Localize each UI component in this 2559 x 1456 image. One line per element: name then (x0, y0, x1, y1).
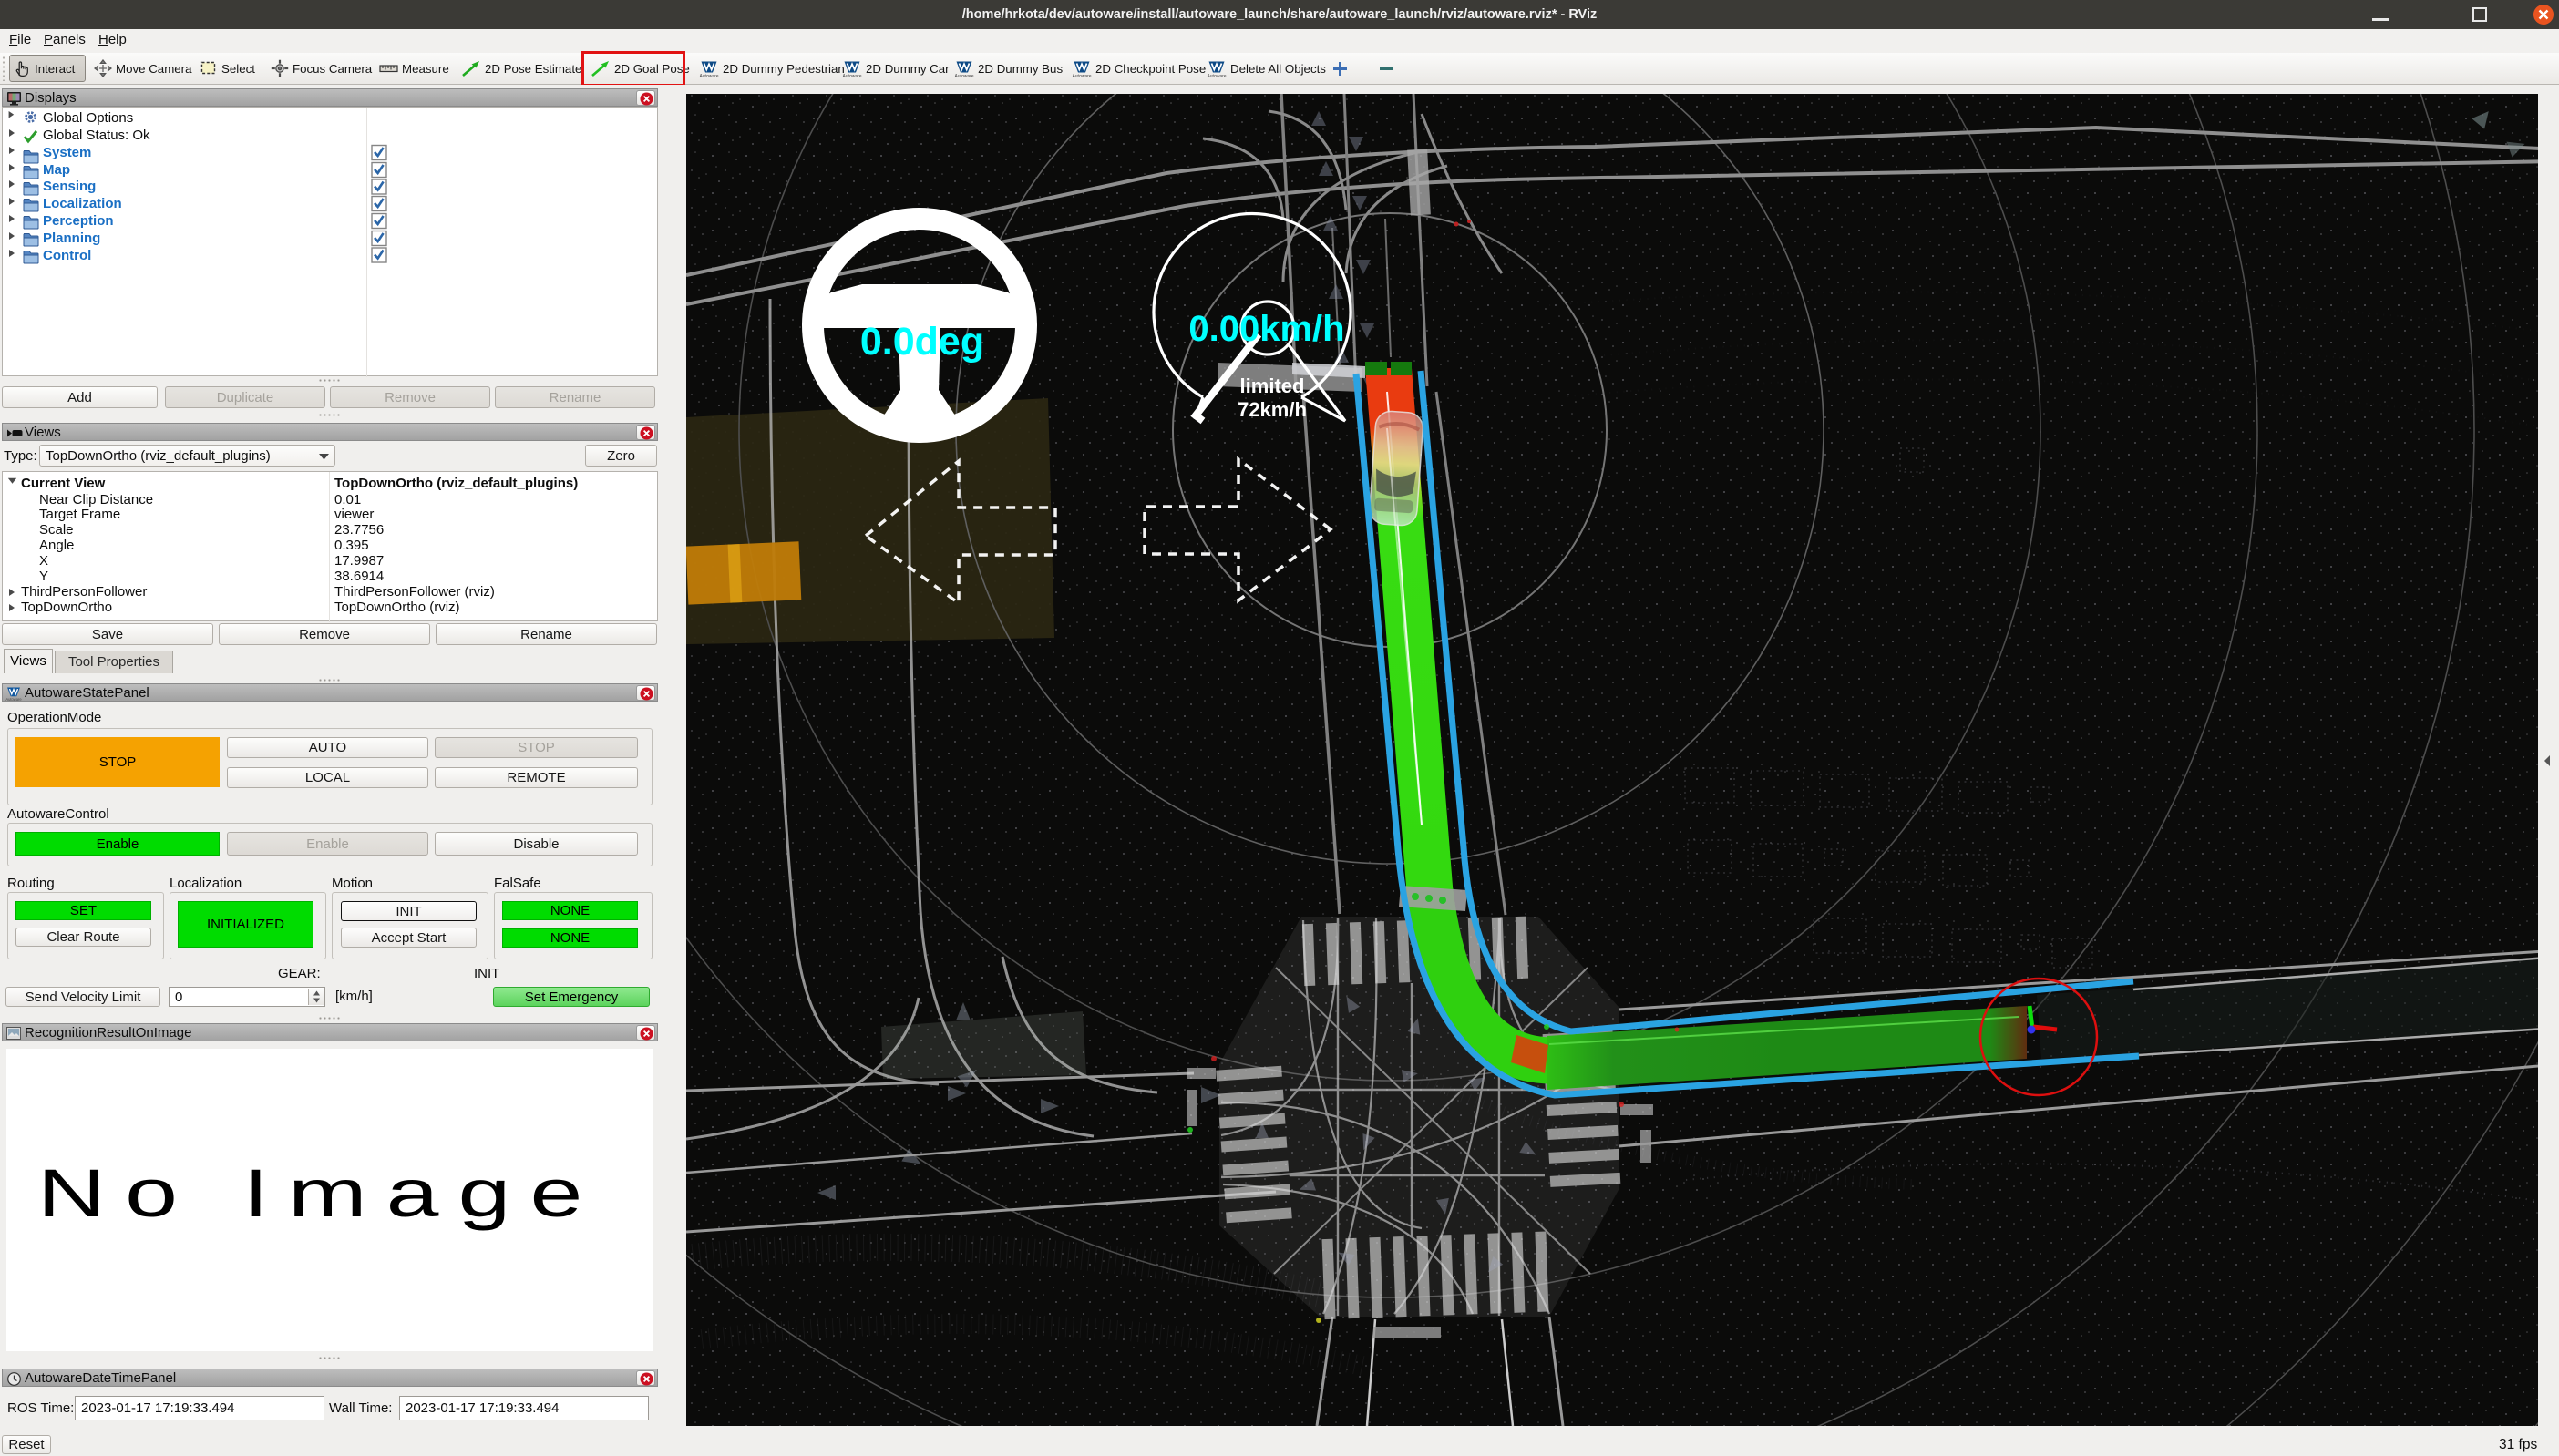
svg-text:Autoware: Autoware (842, 74, 861, 78)
svg-text:0.0deg: 0.0deg (860, 320, 984, 364)
svg-text:72km/h: 72km/h (1238, 398, 1307, 421)
svg-text:Autoware: Autoware (954, 74, 973, 78)
svg-text:Autoware: Autoware (5, 697, 22, 702)
svg-text:Autoware: Autoware (1207, 74, 1226, 78)
svg-text:limited: limited (1240, 374, 1305, 397)
svg-text:0.00km/h: 0.00km/h (1188, 309, 1344, 349)
svg-text:Autoware: Autoware (1072, 74, 1091, 78)
svg-text:Autoware: Autoware (699, 74, 718, 78)
